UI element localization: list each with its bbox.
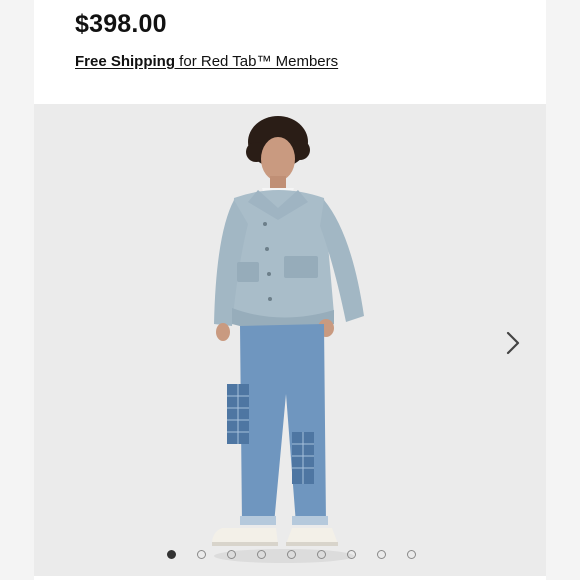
carousel-dot[interactable] bbox=[377, 550, 386, 559]
next-image-button[interactable] bbox=[502, 330, 524, 356]
carousel-dot[interactable] bbox=[167, 550, 176, 559]
carousel-dot[interactable] bbox=[347, 550, 356, 559]
shipping-members-label: for Red Tab™ Members bbox=[175, 53, 339, 70]
product-photo bbox=[212, 116, 364, 563]
product-image-carousel[interactable] bbox=[34, 104, 546, 576]
carousel-dot[interactable] bbox=[197, 550, 206, 559]
carousel-dots bbox=[34, 550, 546, 562]
free-shipping-link[interactable]: Free Shipping for Red Tab™ Members bbox=[75, 53, 338, 70]
free-shipping-label: Free Shipping bbox=[75, 53, 176, 70]
carousel-dot[interactable] bbox=[287, 550, 296, 559]
carousel-dot[interactable] bbox=[407, 550, 416, 559]
product-price: $398.00 bbox=[75, 10, 167, 38]
carousel-dot[interactable] bbox=[317, 550, 326, 559]
page: $398.00 Free Shipping for Red Tab™ Membe… bbox=[0, 0, 580, 580]
chevron-right-icon bbox=[506, 331, 520, 355]
carousel-dot[interactable] bbox=[257, 550, 266, 559]
product-card: $398.00 Free Shipping for Red Tab™ Membe… bbox=[34, 0, 546, 580]
carousel-dot[interactable] bbox=[227, 550, 236, 559]
